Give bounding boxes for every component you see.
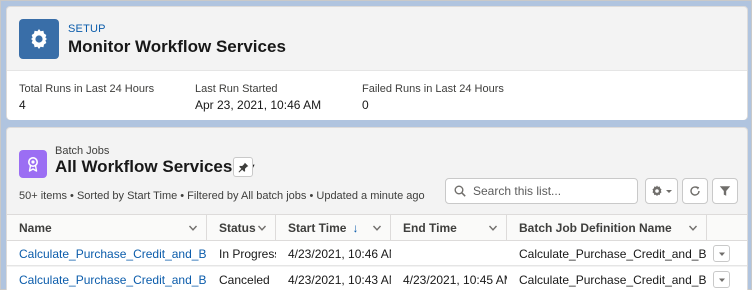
stat-last-run-started: Last Run Started Apr 23, 2021, 10:46 AM <box>195 83 321 112</box>
job-definition-name: Calculate_Purchase_Credit_and_Bonus <box>519 246 707 261</box>
search-input[interactable] <box>473 184 623 198</box>
row-actions-button[interactable] <box>713 245 730 262</box>
column-header-start-time[interactable]: Start Time ↓ <box>276 215 391 241</box>
job-name-link[interactable]: Calculate_Purchase_Credit_and_B... <box>7 241 207 266</box>
column-header-end-time[interactable]: End Time <box>391 215 507 241</box>
page-title: Monitor Workflow Services <box>68 37 286 56</box>
column-label: Batch Job Definition Name <box>519 221 672 235</box>
header-eyebrow: SETUP <box>68 23 106 35</box>
filter-icon <box>719 186 731 196</box>
gear-icon <box>31 29 47 49</box>
row-actions-button[interactable] <box>713 271 730 288</box>
column-label: Start Time <box>288 221 347 235</box>
search-icon <box>454 185 466 197</box>
column-header-name[interactable]: Name <box>7 215 207 241</box>
job-definition-name: Calculate_Purchase_Credit_and_Bonus <box>519 272 707 287</box>
sort-descending-icon: ↓ <box>352 221 359 235</box>
column-label: Status <box>219 221 256 235</box>
chevron-down-icon <box>718 278 725 282</box>
chevron-down-icon[interactable] <box>688 223 698 233</box>
batch-jobs-tile <box>19 150 47 178</box>
table-row: Calculate_Purchase_Credit_and_B... Cance… <box>7 267 747 290</box>
settings-dropdown-icon <box>652 185 672 197</box>
list-title: All Workflow Services <box>55 157 233 176</box>
table-row: Calculate_Purchase_Credit_and_B... In Pr… <box>7 241 747 266</box>
column-label: End Time <box>403 221 457 235</box>
job-end-time <box>391 241 507 266</box>
list-view-selector[interactable]: All Workflow Services ▼ <box>55 157 257 177</box>
stats-band: Total Runs in Last 24 Hours 4 Last Run S… <box>7 70 747 120</box>
refresh-icon <box>690 186 700 196</box>
filter-button[interactable] <box>712 178 738 204</box>
page-header: SETUP Monitor Workflow Services Total Ru… <box>6 6 748 120</box>
stat-failed-runs: Failed Runs in Last 24 Hours 0 <box>362 83 504 112</box>
table-header-row: Name Status Start Time ↓ End Time Batch … <box>7 214 747 241</box>
chevron-down-icon[interactable] <box>372 223 382 233</box>
chevron-down-icon[interactable] <box>488 223 498 233</box>
pin-list-button[interactable] <box>233 157 253 177</box>
list-eyebrow: Batch Jobs <box>55 145 110 157</box>
stat-value: 0 <box>362 98 369 112</box>
stat-value: 4 <box>19 98 26 112</box>
stat-total-runs: Total Runs in Last 24 Hours 4 <box>19 83 154 112</box>
pin-icon <box>238 162 248 172</box>
search-list-field[interactable] <box>445 178 638 204</box>
stat-value: Apr 23, 2021, 10:46 AM <box>195 98 322 112</box>
chevron-down-icon[interactable] <box>257 223 267 233</box>
job-status: Canceled <box>219 272 270 287</box>
list-settings-button[interactable] <box>645 178 678 204</box>
column-header-status[interactable]: Status <box>207 215 276 241</box>
chevron-down-icon <box>718 252 725 256</box>
award-icon <box>28 157 38 172</box>
job-start-time: 4/23/2021, 10:46 AM <box>288 246 391 261</box>
stat-label: Failed Runs in Last 24 Hours <box>362 83 504 95</box>
job-name-link[interactable]: Calculate_Purchase_Credit_and_B... <box>7 267 207 290</box>
chevron-down-icon[interactable] <box>188 223 198 233</box>
column-label: Name <box>19 221 52 235</box>
setup-gear-tile <box>19 19 59 59</box>
stat-label: Total Runs in Last 24 Hours <box>19 83 155 95</box>
list-view-card: Batch Jobs All Workflow Services ▼ 50+ i… <box>6 127 748 290</box>
job-status: In Progress <box>219 246 276 261</box>
list-meta-info: 50+ items • Sorted by Start Time • Filte… <box>19 190 425 202</box>
refresh-button[interactable] <box>682 178 708 204</box>
page-background: SETUP Monitor Workflow Services Total Ru… <box>0 0 752 290</box>
column-header-definition[interactable]: Batch Job Definition Name <box>507 215 707 241</box>
job-end-time: 4/23/2021, 10:45 AM <box>403 272 507 287</box>
job-start-time: 4/23/2021, 10:43 AM <box>288 272 391 287</box>
stat-label: Last Run Started <box>195 83 278 95</box>
